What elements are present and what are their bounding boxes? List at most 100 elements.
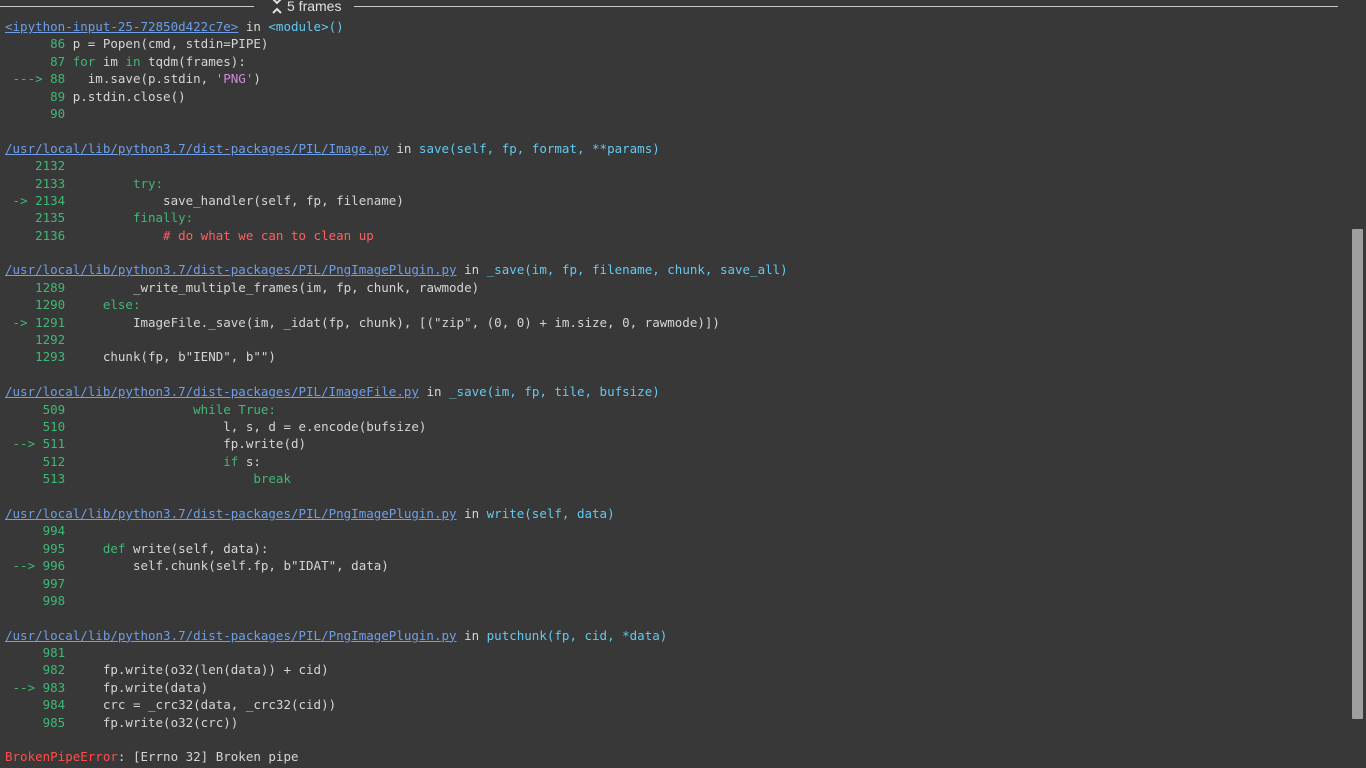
code-token: for — [72, 53, 96, 69]
code-line: 982 fp.write(o32(len(data)) + cid) — [5, 661, 1345, 678]
frame-signature: _save(im, fp, tile, bufsize) — [449, 384, 660, 400]
code-token: chunk(fp, b"IEND", b"") — [72, 349, 276, 365]
code-token: im.save(p.stdin, — [72, 71, 216, 87]
code-token: break — [72, 471, 291, 487]
frame-header: <ipython-input-25-72850d422c7e> in <modu… — [5, 18, 1345, 35]
line-number: 994 — [5, 523, 73, 539]
code-line: 984 crc = _crc32(data, _crc32(cid)) — [5, 696, 1345, 713]
frame-signature: save(self, fp, format, **params) — [418, 140, 660, 156]
code-line: -> 1291 ImageFile._save(im, _idat(fp, ch… — [5, 314, 1345, 331]
line-number: 86 — [5, 36, 73, 52]
code-token: self.chunk(self.fp, b"IDAT", data) — [72, 558, 389, 574]
line-number: 1289 — [5, 279, 73, 295]
code-line: 1290 else: — [5, 296, 1345, 313]
traceback-output: <ipython-input-25-72850d422c7e> in <modu… — [5, 18, 1345, 766]
line-number: 995 — [5, 540, 73, 556]
code-line: --> 983 fp.write(data) — [5, 679, 1345, 696]
code-line: 509 while True: — [5, 401, 1345, 418]
error-line: BrokenPipeError: [Errno 32] Broken pipe — [5, 748, 1345, 765]
frame-signature: _save(im, fp, filename, chunk, save_all) — [486, 262, 788, 278]
line-number: 2132 — [5, 158, 73, 174]
code-line: 1289 _write_multiple_frames(im, fp, chun… — [5, 279, 1345, 296]
code-line: 86 p = Popen(cmd, stdin=PIPE) — [5, 35, 1345, 52]
code-token: finally: — [72, 210, 194, 226]
collapse-icon — [272, 0, 282, 14]
line-number: 89 — [5, 88, 73, 104]
line-number: 1290 — [5, 297, 73, 313]
code-token: write(self, data): — [125, 540, 269, 556]
code-token: p = Popen(cmd, stdin=PIPE) — [72, 36, 269, 52]
code-token: def — [72, 540, 126, 556]
frame-in-word: in — [418, 384, 450, 400]
frame-in-word: in — [456, 627, 487, 643]
code-line: 510 l, s, d = e.encode(bufsize) — [5, 418, 1345, 435]
divider-right — [354, 6, 1338, 7]
line-number: 1292 — [5, 332, 73, 348]
code-token: l, s, d = e.encode(bufsize) — [72, 418, 427, 434]
code-line: 981 — [5, 644, 1345, 661]
collapsed-frames-toggle[interactable]: 5 frames — [271, 0, 341, 14]
frame-header: /usr/local/lib/python3.7/dist-packages/P… — [5, 627, 1345, 644]
code-token: save_handler(self, fp, filename) — [72, 192, 404, 208]
code-token: ) — [253, 71, 261, 87]
code-line: 89 p.stdin.close() — [5, 88, 1345, 105]
collapsed-frames-label: 5 frames — [287, 0, 342, 14]
code-line: 994 — [5, 522, 1345, 539]
code-line: 87 for im in tqdm(frames): — [5, 53, 1345, 70]
line-number: ---> 88 — [5, 71, 73, 87]
line-number: 2136 — [5, 227, 73, 243]
line-number: --> 511 — [5, 436, 73, 452]
error-name: BrokenPipeError — [5, 749, 118, 765]
code-line: 513 break — [5, 470, 1345, 487]
line-number: --> 996 — [5, 558, 73, 574]
scrollbar-thumb[interactable] — [1352, 229, 1363, 719]
code-token: try: — [72, 175, 164, 191]
code-line: 90 — [5, 105, 1345, 122]
line-number: 90 — [5, 105, 73, 121]
code-token: im — [95, 53, 126, 69]
line-number: 512 — [5, 453, 73, 469]
code-line: 1292 — [5, 331, 1345, 348]
error-message: : [Errno 32] Broken pipe — [117, 749, 299, 765]
code-token: fp.write(o32(crc)) — [72, 714, 239, 730]
line-number: 997 — [5, 575, 73, 591]
frame-file-link[interactable]: /usr/local/lib/python3.7/dist-packages/P… — [5, 384, 419, 399]
collapsed-frames-bar: 5 frames — [0, 0, 1348, 16]
code-line: 985 fp.write(o32(crc)) — [5, 714, 1345, 731]
code-token: ImageFile._save(im, _idat(fp, chunk), [(… — [72, 314, 720, 330]
frame-file-link[interactable]: /usr/local/lib/python3.7/dist-packages/P… — [5, 262, 457, 277]
code-line: --> 511 fp.write(d) — [5, 435, 1345, 452]
frame-file-link[interactable]: /usr/local/lib/python3.7/dist-packages/P… — [5, 141, 389, 156]
code-line: 995 def write(self, data): — [5, 540, 1345, 557]
code-line: 2135 finally: — [5, 209, 1345, 226]
frame-file-link[interactable]: /usr/local/lib/python3.7/dist-packages/P… — [5, 506, 457, 521]
code-token: 'PNG' — [215, 71, 254, 87]
code-token: p.stdin.close() — [72, 88, 186, 104]
code-token: crc = _crc32(data, _crc32(cid)) — [72, 697, 337, 713]
code-line: -> 2134 save_handler(self, fp, filename) — [5, 192, 1345, 209]
code-token: _write_multiple_frames(im, fp, chunk, ra… — [72, 279, 480, 295]
frame-header: /usr/local/lib/python3.7/dist-packages/P… — [5, 261, 1345, 278]
frame-header: /usr/local/lib/python3.7/dist-packages/P… — [5, 140, 1345, 157]
code-token: while True: — [72, 401, 276, 417]
code-line: 2132 — [5, 157, 1345, 174]
line-number: 981 — [5, 645, 73, 661]
code-line: --> 996 self.chunk(self.fp, b"IDAT", dat… — [5, 557, 1345, 574]
frame-in-word: in — [388, 140, 419, 156]
code-line: 997 — [5, 575, 1345, 592]
line-number: 984 — [5, 697, 73, 713]
frame-signature: <module>() — [268, 19, 344, 34]
code-token: # do what we can to clean up — [72, 227, 374, 243]
line-number: 87 — [5, 53, 73, 69]
frame-file-link[interactable]: /usr/local/lib/python3.7/dist-packages/P… — [5, 628, 457, 643]
code-line: 2133 try: — [5, 175, 1345, 192]
line-number: 510 — [5, 418, 73, 434]
code-token: tqdm(frames): — [140, 53, 246, 69]
frame-file-link[interactable]: <ipython-input-25-72850d422c7e> — [5, 19, 238, 34]
code-token: if — [72, 453, 239, 469]
code-line: 1293 chunk(fp, b"IEND", b"") — [5, 348, 1345, 365]
code-token: in — [125, 53, 141, 69]
